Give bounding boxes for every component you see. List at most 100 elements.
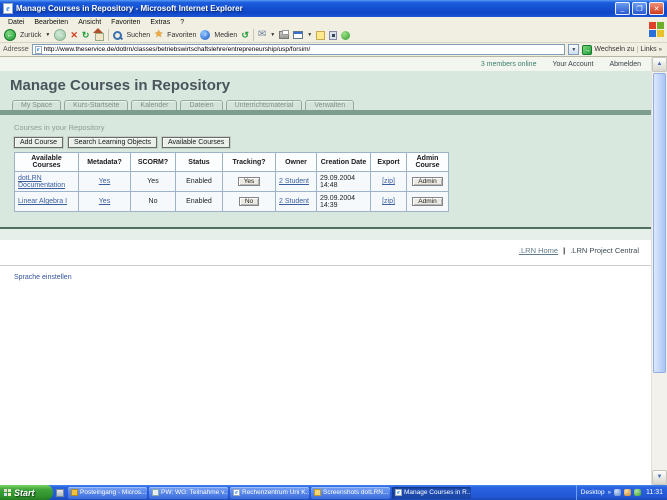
favorites-icon[interactable]: ★	[154, 30, 163, 40]
tab-unterrichtsmaterial[interactable]: Unterrichtsmaterial	[226, 100, 303, 110]
course-link[interactable]: dotLRN Documentation	[18, 175, 65, 189]
tray-volume-icon[interactable]	[624, 489, 631, 496]
table-row: dotLRN Documentation Yes Yes Enabled Yes…	[15, 172, 449, 192]
menu-help[interactable]: ?	[175, 19, 189, 26]
start-button[interactable]: Start	[0, 485, 53, 500]
section-title: Courses in your Repository	[14, 123, 651, 132]
course-link[interactable]: Linear Algebra I	[18, 198, 67, 205]
buddy-icon[interactable]	[341, 31, 350, 40]
scrollbar-thumb[interactable]	[653, 73, 666, 373]
tray-messenger-icon[interactable]	[634, 489, 641, 496]
tray-chevron-icon[interactable]: »	[608, 490, 611, 496]
content-tail-strip	[0, 229, 651, 240]
ie-icon: e	[233, 489, 240, 496]
close-button[interactable]: ✕	[649, 2, 664, 15]
members-online[interactable]: 3 members online	[481, 61, 537, 68]
forward-icon[interactable]: →	[54, 29, 66, 41]
menu-datei[interactable]: Datei	[3, 19, 29, 26]
desktop-toolbar-label[interactable]: Desktop	[581, 489, 605, 496]
quick-launch	[53, 489, 67, 497]
task-label: Manage Courses in R...	[404, 489, 471, 496]
home-icon[interactable]	[93, 32, 104, 41]
back-dropdown-icon[interactable]: ▼	[45, 32, 50, 38]
admin-button[interactable]: Admin	[412, 177, 442, 186]
admin-button[interactable]: Admin	[412, 197, 442, 206]
search-icon[interactable]	[113, 31, 122, 40]
search-label[interactable]: Suchen	[126, 32, 150, 39]
minimize-button[interactable]: _	[615, 2, 630, 15]
creation-date-cell: 29.09.2004 14:48	[317, 172, 371, 192]
owner-link[interactable]: 2 Student	[279, 198, 309, 205]
media-icon[interactable]: ♪	[200, 30, 210, 40]
content-area: Courses in your Repository Add Course Se…	[0, 115, 651, 227]
add-course-button[interactable]: Add Course	[14, 137, 63, 148]
mail-dropdown-icon[interactable]: ▼	[270, 32, 275, 38]
search-learning-objects-button[interactable]: Search Learning Objects	[68, 137, 157, 148]
tray-network-icon[interactable]	[614, 489, 621, 496]
address-label: Adresse	[3, 46, 29, 53]
messenger-icon[interactable]	[329, 31, 337, 40]
menu-extras[interactable]: Extras	[145, 19, 175, 26]
toolbar-separator	[253, 29, 254, 41]
print-icon[interactable]	[279, 31, 289, 39]
menu-favoriten[interactable]: Favoriten	[106, 19, 145, 26]
taskbar-task-manage-courses[interactable]: e Manage Courses in R...	[392, 487, 471, 499]
status-value: Enabled	[176, 192, 223, 212]
back-icon[interactable]: ←	[4, 29, 16, 41]
export-zip-link[interactable]: [zip]	[382, 178, 395, 185]
menu-bearbeiten[interactable]: Bearbeiten	[29, 19, 73, 26]
window-title: Manage Courses in Repository - Microsoft…	[16, 4, 612, 13]
logout-link[interactable]: Abmelden	[609, 61, 641, 68]
links-toolbar[interactable]: Links »	[637, 46, 664, 53]
links-chevron-icon[interactable]: »	[659, 47, 662, 53]
metadata-link[interactable]: Yes	[99, 198, 110, 205]
restore-button[interactable]: ❐	[632, 2, 647, 15]
go-button[interactable]: → Wechseln zu	[582, 45, 634, 55]
creation-time: 14:39	[320, 202, 367, 209]
tab-verwalten[interactable]: Verwalten	[305, 100, 354, 110]
discuss-icon[interactable]	[316, 31, 325, 40]
folder-icon	[314, 489, 321, 496]
tab-my-space[interactable]: My Space	[12, 100, 61, 110]
scroll-down-icon[interactable]: ▼	[652, 470, 667, 485]
task-label: Rechenzentrum Uni K...	[242, 489, 309, 496]
tracking-button[interactable]: Yes	[238, 177, 261, 186]
lrn-project-central-link[interactable]: .LRN Project Central	[570, 246, 639, 255]
history-icon[interactable]: ↺	[241, 30, 249, 41]
scroll-up-icon[interactable]: ▲	[652, 57, 667, 72]
menu-ansicht[interactable]: Ansicht	[73, 19, 106, 26]
address-dropdown-icon[interactable]: ▼	[568, 44, 579, 55]
col-scorm: SCORM?	[131, 153, 176, 172]
show-desktop-icon[interactable]	[56, 489, 64, 497]
vertical-scrollbar[interactable]: ▲ ▼	[651, 57, 667, 485]
taskbar-task-posteingang[interactable]: Posteingang - Micros...	[68, 487, 147, 499]
back-label[interactable]: Zurück	[20, 32, 41, 39]
your-account-link[interactable]: Your Account	[552, 61, 593, 68]
page-viewport: 3 members online Your Account Abmelden M…	[0, 57, 651, 485]
export-zip-link[interactable]: [zip]	[382, 198, 395, 205]
taskbar-task-mail[interactable]: PW: WG: Teilnahme v...	[149, 487, 228, 499]
taskbar-task-screenshots[interactable]: Screenshots dotLRN...	[311, 487, 390, 499]
language-link[interactable]: Sprache einstellen	[14, 274, 72, 281]
mail-icon[interactable]: ✉	[258, 30, 266, 40]
tab-kurs-startseite[interactable]: Kurs-Startseite	[64, 100, 128, 110]
media-label[interactable]: Medien	[214, 32, 237, 39]
edit-icon[interactable]	[293, 31, 303, 39]
page-header: Manage Courses in Repository	[0, 71, 651, 97]
available-courses-button[interactable]: Available Courses	[162, 137, 230, 148]
metadata-link[interactable]: Yes	[99, 178, 110, 185]
tab-dateien[interactable]: Dateien	[180, 100, 222, 110]
owner-link[interactable]: 2 Student	[279, 178, 309, 185]
edit-dropdown-icon[interactable]: ▼	[307, 32, 312, 38]
start-flag-icon	[4, 489, 11, 496]
address-input[interactable]	[44, 45, 563, 54]
taskbar-clock: 11:31	[644, 489, 663, 496]
refresh-icon[interactable]: ↻	[82, 30, 90, 41]
tab-kalender[interactable]: Kalender	[131, 100, 177, 110]
stop-icon[interactable]: ✕	[70, 30, 78, 40]
taskbar-task-rechenzentrum[interactable]: e Rechenzentrum Uni K...	[230, 487, 309, 499]
lrn-home-link[interactable]: .LRN Home	[519, 246, 558, 255]
page-topstrip: 3 members online Your Account Abmelden	[0, 57, 651, 71]
favorites-label[interactable]: Favoriten	[167, 32, 196, 39]
tracking-button[interactable]: No	[239, 197, 259, 206]
